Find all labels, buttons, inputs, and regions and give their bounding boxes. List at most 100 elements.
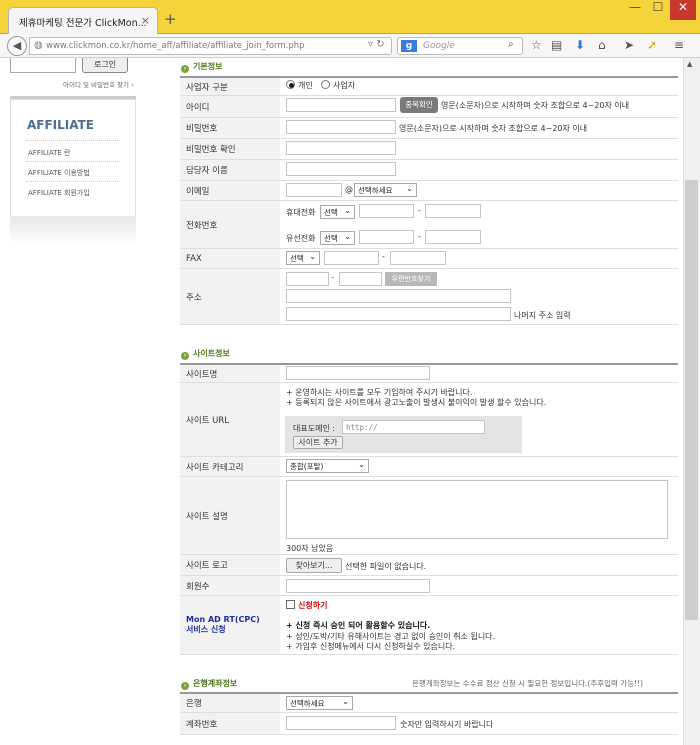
bank-select[interactable]: 선택하세요 <box>286 696 353 710</box>
site-logo-label: 사이트 로고 <box>180 555 280 576</box>
email-domain-select[interactable]: 선택하세요 <box>354 183 417 197</box>
login-password-input[interactable] <box>10 58 76 73</box>
mobile-last-input[interactable] <box>425 204 481 218</box>
fax-last-input[interactable] <box>390 251 446 265</box>
section-bullet-icon: › <box>181 682 189 690</box>
id-hint: 영문(소문자)으로 시작하며 숫자 조합으로 4~20자 이내 <box>441 101 630 110</box>
site-name-input[interactable] <box>286 366 430 380</box>
password-hint: 영문(소문자)으로 시작하며 숫자 조합으로 4~20자 이내 <box>399 124 588 133</box>
manager-name-input[interactable] <box>286 162 396 176</box>
radio-business-label: 사업자 <box>333 81 356 90</box>
manager-name-label: 담당자 이름 <box>180 160 280 181</box>
close-window-icon[interactable]: ✕ <box>670 0 696 20</box>
affiliate-menu-box <box>10 99 136 219</box>
landline-prefix-select[interactable]: 선택 <box>320 231 355 245</box>
home-icon[interactable]: ⌂ <box>598 38 606 52</box>
section-title-site: › 사이트정보 <box>181 348 230 360</box>
address-detail-input[interactable] <box>286 307 511 321</box>
section-bullet-icon: › <box>181 65 189 73</box>
password-label: 비밀번호 <box>180 118 280 139</box>
zipcode-first-input[interactable] <box>286 272 329 286</box>
cpc-apply-checkbox[interactable] <box>286 600 295 609</box>
cpc-label-line-1: Mon AD RT(CPC) <box>186 615 260 624</box>
search-icon[interactable]: ⌕ <box>508 39 514 50</box>
sidebar-item-affiliate-join[interactable]: AFFILIATE 회원가입 <box>28 188 90 198</box>
no-file-text: 선택한 파일이 없습니다. <box>345 562 427 571</box>
new-tab-button[interactable]: + <box>164 10 177 28</box>
fax-label: FAX <box>180 249 280 269</box>
radio-business[interactable] <box>321 80 330 89</box>
cpc-service-label: Mon AD RT(CPC) 서비스 신청 <box>180 596 280 655</box>
back-icon[interactable]: ◀ <box>7 36 27 56</box>
dash: - <box>418 206 421 215</box>
search-placeholder: Google <box>423 41 455 51</box>
send-icon[interactable]: ➤ <box>624 38 634 52</box>
zipcode-second-input[interactable] <box>339 272 382 286</box>
email-at-sign: @ <box>345 185 353 194</box>
site-url-note-2: + 등록되지 않은 사이트에서 광고노출이 발생시 불이익이 발생 할수 있습니… <box>286 398 547 407</box>
reload-icon[interactable]: ▿ ↻ <box>368 39 385 50</box>
mobile-mid-input[interactable] <box>359 204 414 218</box>
landline-mid-input[interactable] <box>359 230 414 244</box>
password-confirm-input[interactable] <box>286 141 396 155</box>
site-url-label: 사이트 URL <box>180 383 280 457</box>
dash: - <box>331 273 334 282</box>
url-text: www.clickmon.co.kr/home_aff/affiliate/af… <box>46 41 305 51</box>
site-category-label: 사이트 카테고리 <box>180 457 280 477</box>
affiliate-title: AFFILIATE <box>27 118 94 132</box>
email-id-input[interactable] <box>286 183 342 197</box>
site-description-textarea[interactable] <box>286 480 668 539</box>
browser-tab[interactable]: 제휴마케팅 전문가 ClickMon... × <box>8 7 158 34</box>
sidebar-item-affiliate-about[interactable]: AFFILIATE 란 <box>28 148 70 158</box>
landline-label: 유선전화 <box>286 234 316 243</box>
description-remaining: 300자 남았음 <box>286 544 334 553</box>
pointer-icon[interactable]: ➚ <box>647 38 657 52</box>
section-title-basic: › 기본정보 <box>181 61 222 73</box>
account-number-input[interactable] <box>286 716 396 730</box>
browse-file-button[interactable]: 찾아보기... <box>286 558 342 573</box>
id-input[interactable] <box>286 98 396 112</box>
close-tab-icon[interactable]: × <box>141 14 150 27</box>
dash: - <box>418 232 421 241</box>
address-label: 주소 <box>180 269 280 325</box>
address-input[interactable] <box>286 289 511 303</box>
find-zipcode-button[interactable]: 우편번호찾기 <box>385 272 437 286</box>
radio-personal-label: 개인 <box>298 81 313 90</box>
address-rest-label: 나머지 주소 입력 <box>514 311 571 320</box>
site-name-label: 사이트명 <box>180 363 280 383</box>
landline-last-input[interactable] <box>425 230 481 244</box>
find-account-link[interactable]: 아이디 및 비밀번호 찾기 › <box>63 79 134 89</box>
id-label: 아이디 <box>180 96 280 118</box>
password-input[interactable] <box>286 120 396 134</box>
member-type-label: 사업자 구분 <box>180 76 280 96</box>
minimize-icon[interactable]: — <box>624 0 646 20</box>
fax-mid-input[interactable] <box>324 251 379 265</box>
bookmarks-list-icon[interactable]: ▤ <box>551 38 562 52</box>
phone-label: 전화번호 <box>180 201 280 249</box>
scrollbar-thumb[interactable] <box>685 180 698 620</box>
password-confirm-label: 비밀번호 확인 <box>180 139 280 160</box>
mobile-label: 휴대전화 <box>286 208 316 217</box>
globe-icon: ◍ <box>34 40 43 51</box>
members-input[interactable] <box>286 579 430 593</box>
divider <box>26 140 120 141</box>
bookmark-star-icon[interactable]: ☆ <box>531 38 542 52</box>
divider <box>26 181 120 182</box>
login-button[interactable]: 로그인 <box>82 58 128 73</box>
maximize-icon[interactable]: ☐ <box>647 0 669 20</box>
duplicate-check-button[interactable]: 중복확인 <box>400 97 438 113</box>
scroll-up-icon[interactable]: ▲ <box>687 60 692 68</box>
fax-prefix-select[interactable]: 선택 <box>286 251 320 265</box>
add-site-button[interactable]: 사이트 추가 <box>293 436 343 449</box>
bank-label: 은행 <box>180 692 280 713</box>
site-url-input[interactable]: http:// <box>342 420 485 434</box>
google-icon[interactable]: g <box>401 40 417 52</box>
mobile-prefix-select[interactable]: 선택 <box>320 205 355 219</box>
cpc-label-line-2: 서비스 신청 <box>186 625 226 634</box>
cpc-apply-label: 신청하기 <box>298 601 328 610</box>
radio-personal[interactable] <box>286 80 295 89</box>
site-category-select[interactable]: 종합(포탈) <box>286 459 369 473</box>
menu-icon[interactable]: ≡ <box>674 38 684 52</box>
sidebar-item-affiliate-howto[interactable]: AFFILIATE 이용방법 <box>28 168 90 178</box>
download-icon[interactable]: ⬇ <box>575 38 585 52</box>
